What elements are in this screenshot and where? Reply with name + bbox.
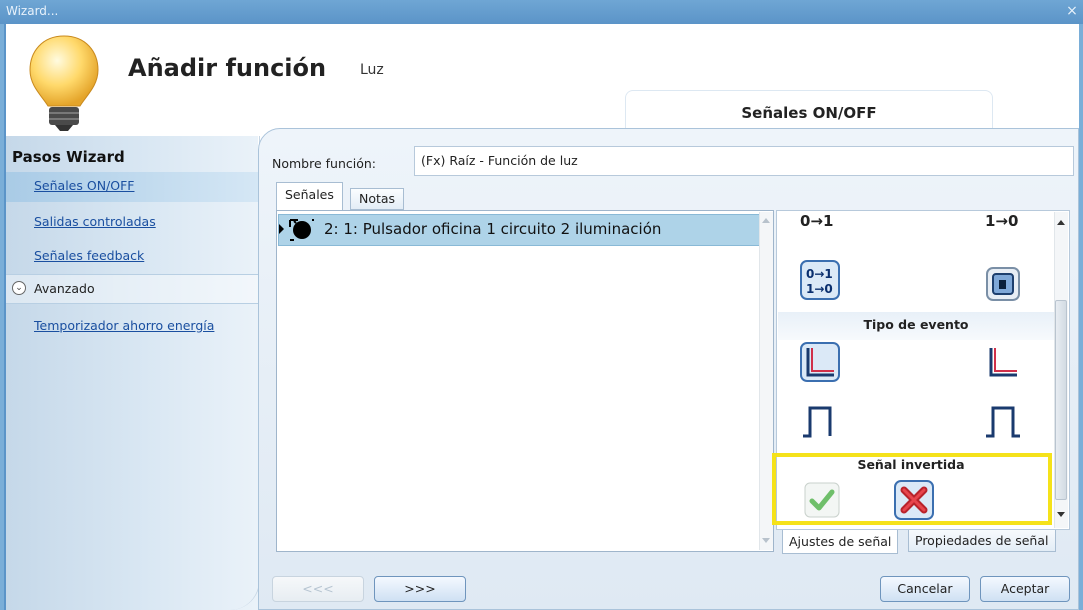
highlight-box xyxy=(772,453,1052,525)
pulse-alt-icon[interactable] xyxy=(983,400,1023,440)
device-icon[interactable] xyxy=(983,264,1023,304)
function-name-input[interactable]: (Fx) Raíz - Función de luz xyxy=(414,146,1074,176)
scroll-up-icon[interactable] xyxy=(1057,220,1065,225)
page-subtitle: Luz xyxy=(360,62,384,78)
scroll-thumb[interactable] xyxy=(1055,300,1067,500)
svg-text:0→1: 0→1 xyxy=(806,267,833,281)
tab-notas[interactable]: Notas xyxy=(350,188,405,210)
rising-edge-selected-icon[interactable] xyxy=(800,342,840,382)
svg-text:1→0: 1→0 xyxy=(806,282,833,296)
signals-list xyxy=(276,210,774,552)
next-button[interactable]: >>> xyxy=(374,576,466,602)
close-icon[interactable]: × xyxy=(1065,0,1079,22)
sidebar-heading: Pasos Wizard xyxy=(12,148,125,166)
row-pointer-icon xyxy=(279,224,284,234)
previous-button[interactable]: <<< xyxy=(272,576,364,602)
sidebar-item-label: Temporizador ahorro energía xyxy=(34,318,215,333)
scroll-up-icon[interactable] xyxy=(762,218,770,223)
advanced-label: Avanzado xyxy=(34,281,95,296)
function-name-label: Nombre función: xyxy=(272,156,377,171)
advanced-section-toggle[interactable]: Avanzado xyxy=(6,274,258,304)
transition-0-1-button[interactable]: 0→1 xyxy=(800,212,833,230)
window-title-bar: Wizard... xyxy=(0,0,1083,24)
window-title: Wizard... xyxy=(6,4,59,18)
tab-senales[interactable]: Señales xyxy=(276,182,343,210)
sidebar-item-label: Señales ON/OFF xyxy=(34,178,135,193)
chevron-down-icon[interactable]: ⌄ xyxy=(12,281,26,295)
current-step-tab: Señales ON/OFF xyxy=(625,90,993,132)
push-button-icon xyxy=(289,219,314,241)
falling-edge-icon[interactable] xyxy=(983,342,1023,382)
light-bulb-icon xyxy=(29,35,99,131)
signal-label: 2: 1: Pulsador oficina 1 circuito 2 ilum… xyxy=(324,220,662,238)
pulse-icon[interactable] xyxy=(800,400,840,440)
transition-both-icon[interactable]: 0→1 1→0 xyxy=(800,260,840,300)
scroll-down-icon[interactable] xyxy=(1057,512,1065,517)
transition-1-0-button[interactable]: 1→0 xyxy=(985,212,1018,230)
sidebar-item-senales-on-off[interactable]: Señales ON/OFF xyxy=(6,172,258,202)
scroll-down-icon[interactable] xyxy=(762,538,770,543)
sidebar-item-label: Señales feedback xyxy=(34,248,145,263)
sidebar-item-senales-feedback[interactable]: Señales feedback xyxy=(6,242,258,272)
sidebar-item-label: Salidas controladas xyxy=(34,214,156,229)
sidebar-item-salidas-controladas[interactable]: Salidas controladas xyxy=(6,208,258,238)
sidebar-item-temporizador[interactable]: Temporizador ahorro energía xyxy=(6,312,258,342)
accept-button[interactable]: Aceptar xyxy=(980,576,1070,602)
page-title: Añadir función xyxy=(128,54,327,82)
tab-ajustes-de-senal[interactable]: Ajustes de señal xyxy=(782,530,899,554)
event-type-heading: Tipo de evento xyxy=(778,312,1054,340)
list-scrollbar[interactable] xyxy=(759,212,773,550)
tab-propiedades-de-senal[interactable]: Propiedades de señal xyxy=(908,530,1056,552)
cancel-button[interactable]: Cancelar xyxy=(880,576,970,602)
